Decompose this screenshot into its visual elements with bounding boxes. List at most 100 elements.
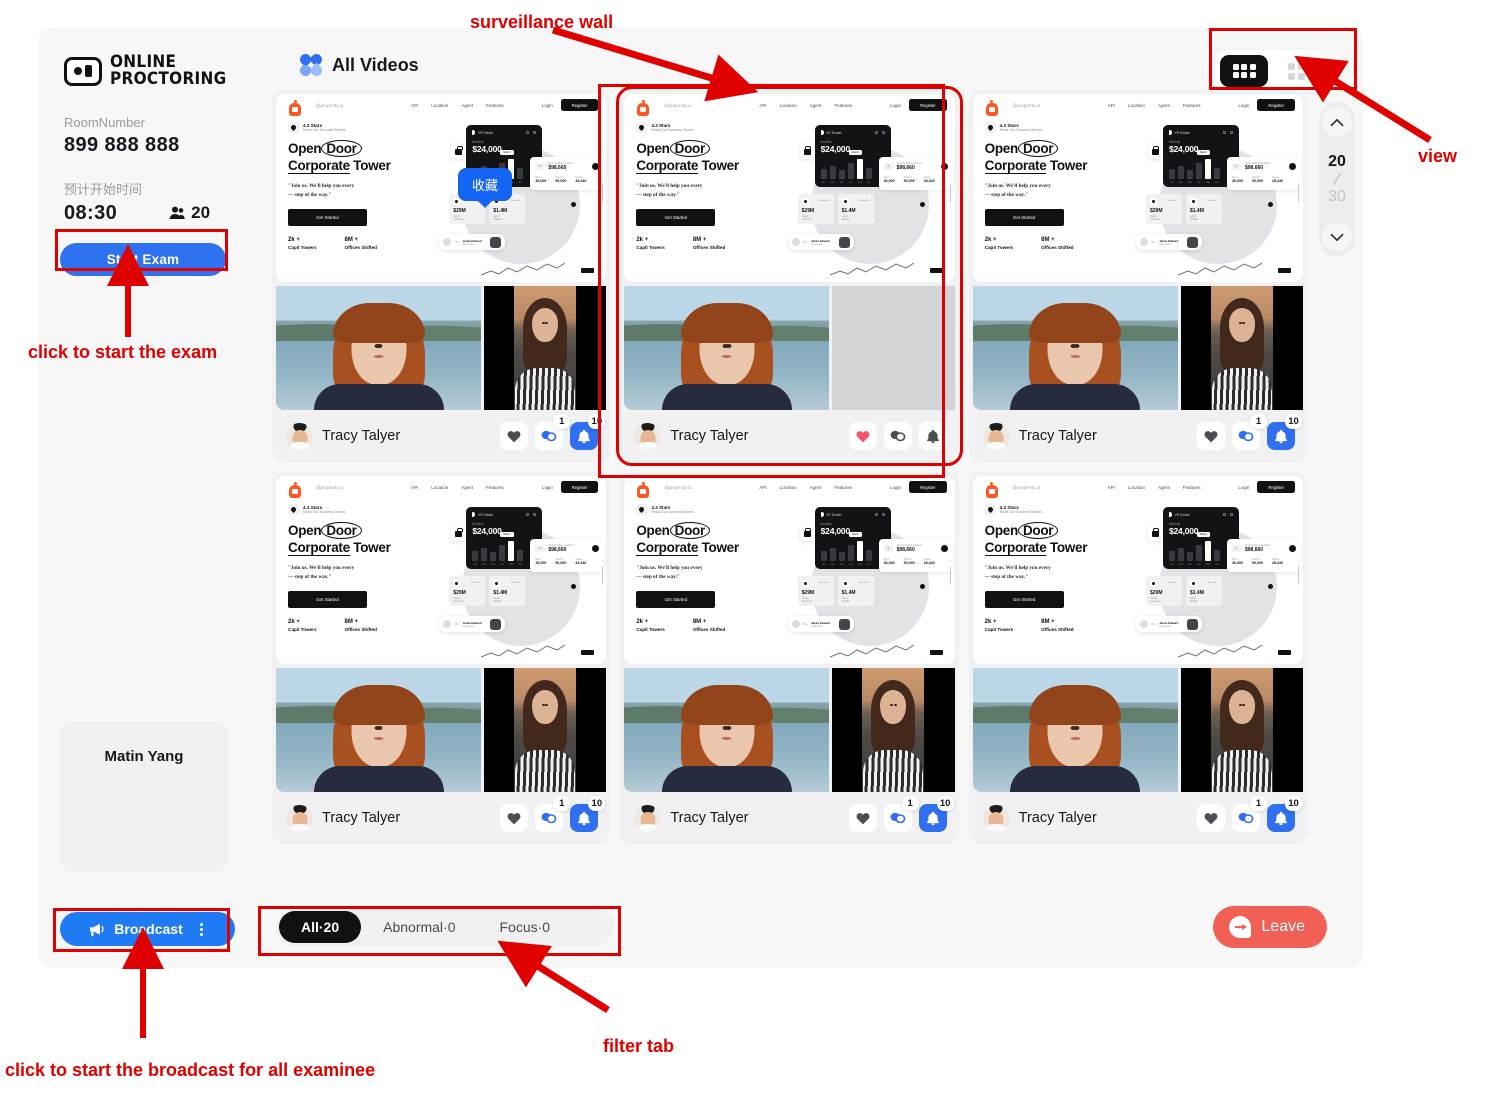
screen-brand: @propertty.io	[1012, 102, 1041, 108]
secondary-camera-feed[interactable]	[484, 286, 607, 410]
broadcast-more-icon[interactable]	[199, 922, 203, 936]
avatar	[634, 422, 662, 450]
screen-nav-link: API	[759, 484, 767, 490]
screen-artwork: VR Estate Monthly$24,000 March JanFebMar…	[770, 116, 955, 280]
video-card[interactable]: @propertty.io API Location Agent Features L…	[620, 472, 959, 844]
leave-label: Leave	[1261, 918, 1305, 935]
screen-register-button: Register	[560, 481, 599, 493]
primary-camera-feed[interactable]	[972, 286, 1178, 410]
avatar	[634, 804, 662, 832]
notify-button[interactable]: 10	[1266, 796, 1302, 832]
notify-button[interactable]: 10	[1266, 414, 1302, 450]
pager-down-button[interactable]	[1322, 223, 1352, 251]
room-number-label: RoomNumber	[64, 114, 145, 130]
screen-brand: @propertty.io	[316, 102, 344, 108]
notify-button[interactable]: 10	[570, 796, 606, 832]
primary-camera-feed[interactable]	[276, 286, 481, 410]
screen-brand: @propertty.io	[664, 484, 692, 490]
primary-camera-feed[interactable]	[972, 668, 1178, 792]
pager-up-button[interactable]	[1322, 108, 1352, 136]
screen-nav-link: API	[411, 102, 419, 108]
view-toggle-grid-button[interactable]	[1220, 55, 1268, 87]
screen-stat-tile: Total +80 + $29MYearlyTurnover	[797, 194, 834, 224]
briefcase-icon	[799, 526, 815, 541]
chat-button[interactable]: 1	[883, 796, 919, 832]
screen-nav-link: Agent	[1157, 484, 1170, 490]
leave-button[interactable]: Leave	[1213, 906, 1327, 948]
screen-metric: Rent 36,000	[535, 558, 547, 565]
screen-brand: @propertty.io	[316, 484, 344, 490]
view-toggle-card-button[interactable]	[1272, 55, 1320, 87]
view-toggle[interactable]	[1215, 50, 1325, 92]
start-exam-wrap: Start Exam	[60, 242, 226, 276]
avatar	[982, 804, 1010, 832]
screen-share-preview[interactable]: @propertty.io API Location Agent Features L…	[624, 476, 955, 664]
screen-navbar: @propertty.io API Location Agent Features L…	[973, 476, 1303, 504]
secondary-camera-feed[interactable]	[1180, 286, 1303, 410]
favorite-button[interactable]	[500, 804, 529, 832]
screen-stat: 2k + Capit Towers	[984, 236, 1014, 250]
video-card[interactable]: @propertty.io API Location Agent Features L…	[272, 90, 611, 462]
filter-tab[interactable]: Abnormal·0	[361, 911, 477, 943]
primary-camera-feed[interactable]	[624, 668, 830, 792]
chat-button[interactable]: 1	[535, 796, 571, 832]
briefcase-icon	[1147, 526, 1163, 541]
page-title: All Videos	[332, 54, 419, 75]
favorite-button[interactable]	[500, 422, 529, 450]
screen-stat-tile: Total +80 + $29MYearlyTurnover	[449, 576, 486, 606]
screen-share-preview[interactable]: @propertty.io API Location Agent Features L…	[276, 476, 607, 664]
screen-landlord-card: $ Successful Landlord $98,660 Rent 36,000 So…	[878, 157, 953, 190]
favorite-button[interactable]	[848, 804, 877, 832]
screen-navbar: @propertty.io API Location Agent Features L…	[276, 476, 606, 504]
primary-camera-feed[interactable]	[276, 668, 481, 792]
favorite-button[interactable]	[1196, 422, 1225, 450]
video-row: @propertty.io API Location Agent Features L…	[272, 86, 1307, 466]
screen-login-link: Login	[541, 484, 553, 490]
secondary-camera-feed[interactable]	[832, 668, 955, 792]
start-time-label: 预计开始时间	[64, 181, 143, 197]
broadcast-button[interactable]: Broadcast	[60, 912, 235, 946]
filter-tab[interactable]: All·20	[279, 911, 362, 943]
card-footer: Tracy Talyer 1 10	[276, 792, 606, 844]
heart-icon	[507, 430, 521, 442]
video-card[interactable]: @propertty.io API Location Agent Features L…	[272, 472, 611, 844]
screen-share-preview[interactable]: @propertty.io API Location Agent Features L…	[276, 94, 607, 282]
grid-6-icon	[1232, 63, 1256, 79]
filter-tab[interactable]: Focus·0	[478, 911, 573, 943]
chat-button[interactable]: 1	[1231, 796, 1267, 832]
secondary-camera-feed[interactable]	[1180, 668, 1303, 792]
screen-cta-button: Get Started	[636, 208, 716, 226]
screen-brand: @propertty.io	[1012, 484, 1041, 490]
notify-button[interactable]: 10	[570, 414, 606, 450]
pager-separator: /	[1332, 169, 1342, 190]
main-area: All Videos 20 / 30 @propertty.io API Loc…	[250, 28, 1363, 968]
video-card[interactable]: @propertty.io API Location Agent Features L…	[968, 90, 1307, 462]
secondary-camera-feed[interactable]	[484, 668, 607, 792]
video-card[interactable]: @propertty.io API Location Agent Features L…	[968, 472, 1307, 844]
notify-button[interactable]: 10	[918, 796, 954, 832]
chat-button[interactable]: 1	[1231, 414, 1267, 450]
screen-share-preview[interactable]: @propertty.io API Location Agent Features L…	[624, 94, 955, 282]
screen-metric: Rent 36,000	[1231, 558, 1243, 565]
chat-button[interactable]: 1	[535, 414, 571, 450]
favorite-button[interactable]	[848, 422, 877, 450]
broadcast-wrap: Broadcast	[60, 912, 235, 946]
screen-landlord-card: $ Successful Landlord $98,660 Rent 36,000 So…	[530, 539, 605, 572]
screen-share-preview[interactable]: @propertty.io API Location Agent Features L…	[972, 94, 1303, 282]
favorite-button[interactable]	[1196, 804, 1225, 832]
notify-button[interactable]	[918, 422, 947, 450]
primary-camera-feed[interactable]	[624, 286, 830, 410]
presenter-panel: Matin Yang	[60, 722, 228, 872]
video-card[interactable]: @propertty.io API Location Agent Features L…	[616, 86, 963, 466]
screen-stat: 8M + Offices Shifted	[344, 618, 377, 632]
secondary-camera-feed[interactable]	[832, 286, 955, 410]
chat-button[interactable]	[883, 422, 912, 450]
filter-tabs[interactable]: All·20 Abnormal·0 Focus·0	[276, 908, 614, 946]
card-footer: Tracy Talyer 1 10	[973, 792, 1303, 844]
pager[interactable]: 20 / 30	[1319, 102, 1355, 257]
screen-stat: 8M + Offices Shifted	[1041, 236, 1074, 250]
screen-nav-link: Agent	[809, 102, 822, 108]
screen-share-preview[interactable]: @propertty.io API Location Agent Features L…	[972, 476, 1303, 664]
start-exam-button[interactable]: Start Exam	[60, 242, 226, 276]
bell-badge: 10	[1284, 796, 1302, 811]
